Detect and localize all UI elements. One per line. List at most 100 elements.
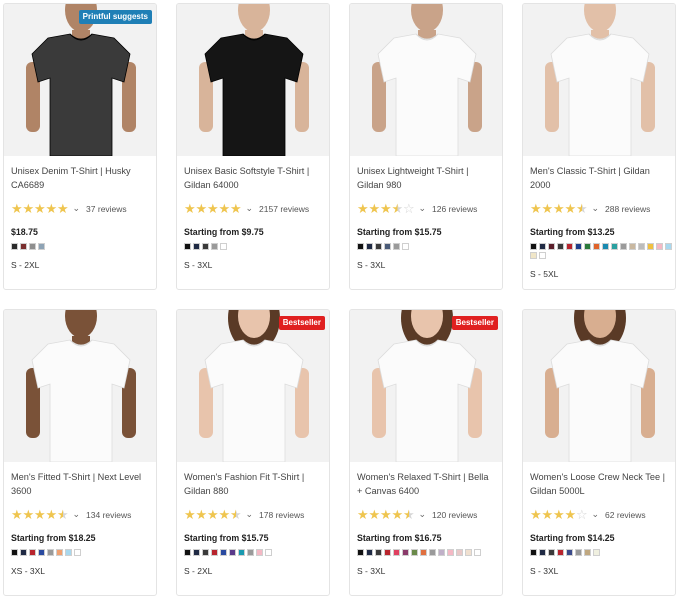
color-swatch[interactable] — [193, 243, 200, 250]
product-title[interactable]: Unisex Basic Softstyle T-Shirt | Gildan … — [184, 165, 322, 195]
color-swatch[interactable] — [447, 549, 454, 556]
color-swatch[interactable] — [220, 243, 227, 250]
color-swatch[interactable] — [74, 549, 81, 556]
color-swatch[interactable] — [557, 243, 564, 250]
color-swatch[interactable] — [38, 549, 45, 556]
color-swatch[interactable] — [656, 243, 663, 250]
product-image-area[interactable]: Printful suggests — [4, 4, 156, 156]
chevron-down-icon[interactable]: ⌄ — [246, 510, 254, 520]
review-count[interactable]: 126 reviews — [432, 204, 477, 214]
product-title[interactable]: Men's Fitted T-Shirt | Next Level 3600 — [11, 471, 149, 501]
color-swatch[interactable] — [557, 549, 564, 556]
color-swatch[interactable] — [29, 549, 36, 556]
color-swatch[interactable] — [184, 549, 191, 556]
color-swatch[interactable] — [429, 549, 436, 556]
color-swatch[interactable] — [539, 243, 546, 250]
color-swatch[interactable] — [211, 549, 218, 556]
product-card[interactable]: Men's Fitted T-Shirt | Next Level 3600 ★ ★… — [3, 309, 157, 596]
chevron-down-icon[interactable]: ⌄ — [419, 204, 427, 214]
product-title[interactable]: Women's Loose Crew Neck Tee | Gildan 500… — [530, 471, 668, 501]
color-swatch[interactable] — [530, 549, 537, 556]
product-card[interactable]: Unisex Basic Softstyle T-Shirt | Gildan … — [176, 3, 330, 290]
color-swatch[interactable] — [238, 549, 245, 556]
color-swatch[interactable] — [420, 549, 427, 556]
chevron-down-icon[interactable]: ⌄ — [73, 204, 81, 214]
product-title[interactable]: Women's Fashion Fit T-Shirt | Gildan 880 — [184, 471, 322, 501]
color-swatch[interactable] — [211, 243, 218, 250]
product-card[interactable]: Bestseller Women's Fashion Fit T-Shirt | … — [176, 309, 330, 596]
color-swatch[interactable] — [566, 549, 573, 556]
color-swatch[interactable] — [584, 549, 591, 556]
color-swatch[interactable] — [11, 243, 18, 250]
review-count[interactable]: 120 reviews — [432, 510, 477, 520]
color-swatch[interactable] — [20, 243, 27, 250]
color-swatch[interactable] — [20, 549, 27, 556]
product-title[interactable]: Unisex Lightweight T-Shirt | Gildan 980 — [357, 165, 495, 195]
color-swatch[interactable] — [638, 243, 645, 250]
color-swatch[interactable] — [647, 243, 654, 250]
product-card[interactable]: Men's Classic T-Shirt | Gildan 2000 ★ ★ ★ ★ ★… — [522, 3, 676, 290]
color-swatch[interactable] — [265, 549, 272, 556]
color-swatch[interactable] — [38, 243, 45, 250]
product-card[interactable]: Printful suggests Unisex Denim T-Shirt | … — [3, 3, 157, 290]
product-image-area[interactable] — [523, 4, 675, 156]
color-swatch[interactable] — [629, 243, 636, 250]
product-image-area[interactable] — [177, 4, 329, 156]
color-swatch[interactable] — [65, 549, 72, 556]
color-swatch[interactable] — [602, 243, 609, 250]
color-swatch[interactable] — [593, 549, 600, 556]
review-count[interactable]: 62 reviews — [605, 510, 646, 520]
product-card[interactable]: Bestseller Women's Relaxed T-Shirt | Bell… — [349, 309, 503, 596]
product-image-area[interactable]: Bestseller — [350, 310, 502, 462]
color-swatch[interactable] — [539, 252, 546, 259]
product-image-area[interactable] — [523, 310, 675, 462]
color-swatch[interactable] — [456, 549, 463, 556]
color-swatch[interactable] — [393, 549, 400, 556]
review-count[interactable]: 288 reviews — [605, 204, 650, 214]
color-swatch[interactable] — [584, 243, 591, 250]
color-swatch[interactable] — [611, 243, 618, 250]
product-card[interactable]: Women's Loose Crew Neck Tee | Gildan 500… — [522, 309, 676, 596]
color-swatch[interactable] — [665, 243, 672, 250]
review-count[interactable]: 37 reviews — [86, 204, 127, 214]
chevron-down-icon[interactable]: ⌄ — [592, 204, 600, 214]
color-swatch[interactable] — [402, 549, 409, 556]
color-swatch[interactable] — [411, 549, 418, 556]
color-swatch[interactable] — [375, 549, 382, 556]
color-swatch[interactable] — [402, 243, 409, 250]
color-swatch[interactable] — [202, 549, 209, 556]
color-swatch[interactable] — [474, 549, 481, 556]
color-swatch[interactable] — [566, 243, 573, 250]
review-count[interactable]: 178 reviews — [259, 510, 304, 520]
chevron-down-icon[interactable]: ⌄ — [592, 510, 600, 520]
color-swatch[interactable] — [202, 243, 209, 250]
color-swatch[interactable] — [465, 549, 472, 556]
color-swatch[interactable] — [438, 549, 445, 556]
color-swatch[interactable] — [575, 549, 582, 556]
chevron-down-icon[interactable]: ⌄ — [246, 204, 254, 214]
color-swatch[interactable] — [548, 549, 555, 556]
color-swatch[interactable] — [384, 243, 391, 250]
color-swatch[interactable] — [575, 243, 582, 250]
color-swatch[interactable] — [530, 243, 537, 250]
product-card[interactable]: Unisex Lightweight T-Shirt | Gildan 980 ★… — [349, 3, 503, 290]
color-swatch[interactable] — [620, 243, 627, 250]
color-swatch[interactable] — [375, 243, 382, 250]
color-swatch[interactable] — [256, 549, 263, 556]
color-swatch[interactable] — [593, 243, 600, 250]
color-swatch[interactable] — [247, 549, 254, 556]
product-image-area[interactable]: Bestseller — [177, 310, 329, 462]
color-swatch[interactable] — [11, 549, 18, 556]
chevron-down-icon[interactable]: ⌄ — [73, 510, 81, 520]
review-count[interactable]: 2157 reviews — [259, 204, 309, 214]
color-swatch[interactable] — [193, 549, 200, 556]
review-count[interactable]: 134 reviews — [86, 510, 131, 520]
color-swatch[interactable] — [548, 243, 555, 250]
product-title[interactable]: Men's Classic T-Shirt | Gildan 2000 — [530, 165, 668, 195]
chevron-down-icon[interactable]: ⌄ — [419, 510, 427, 520]
color-swatch[interactable] — [366, 243, 373, 250]
color-swatch[interactable] — [184, 243, 191, 250]
color-swatch[interactable] — [384, 549, 391, 556]
product-image-area[interactable] — [350, 4, 502, 156]
color-swatch[interactable] — [357, 549, 364, 556]
